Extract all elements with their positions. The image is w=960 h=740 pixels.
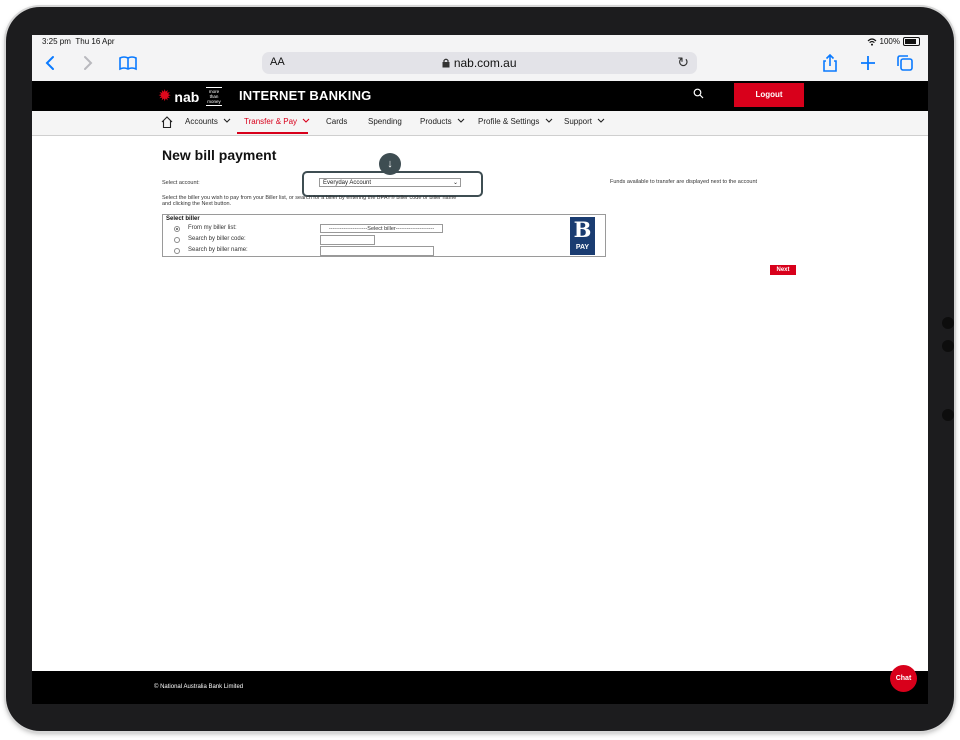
nav-item-profile-settings[interactable]: Profile & Settings bbox=[478, 117, 553, 126]
camera-dot bbox=[942, 409, 954, 421]
battery-percent: 100% bbox=[879, 37, 900, 46]
radio-search-biller-name[interactable] bbox=[174, 248, 180, 254]
biller-select-value: ---------------------Select biller------… bbox=[328, 226, 435, 232]
nav-label: Products bbox=[420, 117, 452, 126]
footer: © National Australia Bank Limited bbox=[32, 671, 928, 704]
nab-header: ✹ nab more than money INTERNET BANKING L… bbox=[32, 81, 928, 111]
forward-chevron-icon[interactable] bbox=[76, 52, 98, 74]
bpay-word: PAY bbox=[575, 244, 590, 251]
nab-logo[interactable]: ✹ nab more than money bbox=[158, 87, 222, 106]
share-icon[interactable] bbox=[819, 52, 841, 74]
chevron-down-icon bbox=[597, 118, 605, 123]
status-time: 3:25 pm bbox=[42, 37, 71, 46]
biller-instructions: Select the biller you wish to pay from y… bbox=[162, 195, 457, 207]
nav-item-transfer-pay[interactable]: Transfer & Pay bbox=[244, 117, 310, 126]
tabs-overview-icon[interactable] bbox=[894, 52, 916, 74]
chat-button[interactable]: Chat bbox=[890, 665, 917, 692]
camera-dot bbox=[942, 317, 954, 329]
chevron-down-icon: ⌄ bbox=[452, 180, 458, 186]
down-arrow-icon: ↓ bbox=[379, 153, 401, 175]
status-date: Thu 16 Apr bbox=[75, 37, 115, 46]
safari-toolbar: AA nab.com.au ↻ bbox=[32, 48, 928, 82]
logout-button[interactable]: Logout bbox=[734, 83, 804, 107]
option-label: Search by biller name: bbox=[188, 247, 248, 253]
radio-search-biller-code[interactable] bbox=[174, 237, 180, 243]
wifi-icon bbox=[867, 37, 876, 46]
radio-from-biller-list[interactable] bbox=[174, 226, 180, 232]
tagline-word: money bbox=[207, 99, 221, 104]
funds-note: Funds available to transfer are displaye… bbox=[610, 179, 758, 185]
bpay-logo: B PAY bbox=[570, 217, 595, 255]
account-select-value: Everyday Account bbox=[323, 180, 372, 186]
copyright-text: © National Australia Bank Limited bbox=[154, 684, 244, 690]
back-chevron-icon[interactable] bbox=[40, 52, 62, 74]
nav-label: Support bbox=[564, 117, 593, 126]
next-button[interactable]: Next bbox=[770, 265, 796, 275]
chevron-down-icon bbox=[223, 118, 231, 123]
ios-status-bar: 3:25 pm Thu 16 Apr 100% bbox=[32, 35, 928, 48]
main-nav: Accounts Transfer & Pay Cards Spending P… bbox=[32, 111, 928, 136]
nav-label: Profile & Settings bbox=[478, 117, 540, 126]
chevron-down-icon bbox=[302, 118, 310, 123]
select-biller-panel: Select biller From my biller list: -----… bbox=[162, 214, 606, 257]
home-icon[interactable] bbox=[160, 115, 174, 129]
select-account-label: Select account: bbox=[162, 180, 200, 186]
search-icon[interactable] bbox=[693, 88, 704, 102]
more-than-money-tagline: more than money bbox=[206, 87, 222, 106]
nav-item-cards[interactable]: Cards bbox=[326, 117, 347, 126]
status-time-date: 3:25 pm Thu 16 Apr bbox=[42, 37, 115, 46]
lock-icon bbox=[442, 58, 450, 68]
bpay-letter: B bbox=[573, 217, 592, 242]
nav-label: Transfer & Pay bbox=[244, 117, 298, 126]
account-select[interactable]: Everyday Account ⌄ bbox=[319, 178, 461, 187]
nav-item-accounts[interactable]: Accounts bbox=[185, 117, 231, 126]
nab-star-icon: ✹ bbox=[158, 87, 172, 105]
active-nav-underline bbox=[237, 132, 308, 134]
nav-label: Accounts bbox=[185, 117, 218, 126]
nav-item-spending[interactable]: Spending bbox=[368, 117, 402, 126]
biller-name-input[interactable] bbox=[320, 246, 434, 256]
biller-select[interactable]: ---------------------Select biller------… bbox=[320, 224, 443, 233]
status-indicators: 100% bbox=[867, 37, 920, 46]
nab-wordmark: nab bbox=[174, 88, 200, 105]
chevron-down-icon bbox=[457, 118, 465, 123]
select-biller-heading: Select biller bbox=[166, 216, 200, 222]
new-tab-plus-icon[interactable] bbox=[857, 52, 879, 74]
camera-dot bbox=[942, 340, 954, 352]
nav-item-products[interactable]: Products bbox=[420, 117, 465, 126]
chevron-down-icon bbox=[545, 118, 552, 123]
reload-icon[interactable]: ↻ bbox=[677, 54, 689, 71]
url-text-wrap: nab.com.au bbox=[262, 56, 697, 70]
internet-banking-title: INTERNET BANKING bbox=[239, 88, 372, 103]
option-label: From my biller list: bbox=[188, 225, 237, 231]
url-text: nab.com.au bbox=[453, 56, 517, 70]
option-label: Search by biller code: bbox=[188, 236, 246, 242]
battery-icon bbox=[903, 37, 920, 46]
nav-item-support[interactable]: Support bbox=[564, 117, 605, 126]
biller-code-input[interactable] bbox=[320, 235, 375, 245]
bookmarks-book-icon[interactable] bbox=[117, 52, 139, 74]
page-title: New bill payment bbox=[162, 147, 277, 163]
screen: 3:25 pm Thu 16 Apr 100% AA nab.com.au ↻ bbox=[32, 35, 928, 704]
address-bar[interactable]: AA nab.com.au ↻ bbox=[262, 52, 697, 74]
